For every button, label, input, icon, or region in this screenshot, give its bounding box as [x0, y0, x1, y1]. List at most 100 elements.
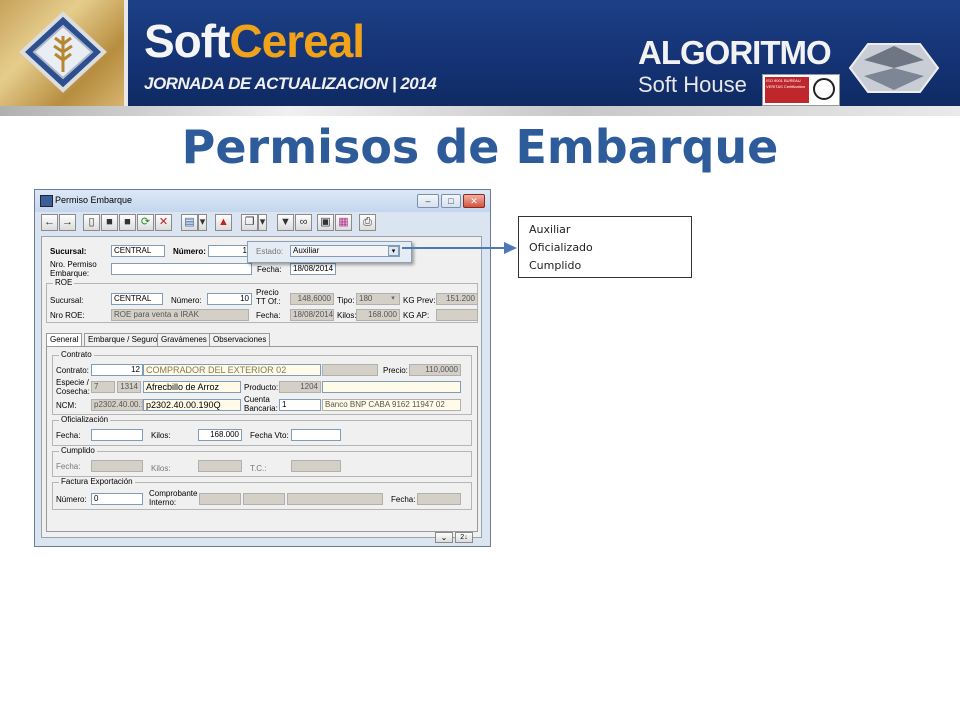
ofic-fecha-vto-label: Fecha Vto: [250, 431, 289, 440]
roe-kilos-field: 168.000 [356, 309, 400, 321]
estado-dropdown-chevron-icon[interactable]: ▾ [388, 246, 399, 256]
tab-strip: General Embarque / Seguro Gravámenes Obs… [46, 333, 478, 347]
minimize-button[interactable]: – [417, 194, 439, 208]
cumplido-group-title: Cumplido [59, 446, 97, 456]
producto-field: 1204 [279, 381, 321, 393]
comprobante-label: Comprobante Interno: [149, 489, 198, 507]
window-titlebar[interactable]: Permiso Embarque – □ ✕ [35, 190, 490, 212]
wheat-logo-icon [19, 11, 107, 93]
roe-tipo-chevron-icon[interactable]: ▾ [388, 294, 398, 303]
ofic-fecha-label: Fecha: [56, 431, 81, 440]
close-button[interactable]: ✕ [463, 194, 485, 208]
binoculars-icon[interactable]: ∞ [295, 214, 312, 231]
producto-name-field [322, 381, 461, 393]
roe-group: ROE Sucursal: CENTRAL Número: 10 Precio … [46, 278, 478, 323]
window-title: Permiso Embarque [55, 195, 133, 205]
fecha-label: Fecha: [257, 265, 282, 274]
window-dropdown-chevron-icon[interactable]: ▾ [258, 214, 267, 231]
tab-embarque-seguro[interactable]: Embarque / Seguro [84, 333, 162, 346]
cosecha-code-field: 1314 [117, 381, 141, 393]
factura-numero-field[interactable]: 0 [91, 493, 143, 505]
certification-badge: ISO 9001 BUREAU VERITAS Certification [762, 74, 840, 106]
algoritmo-title: ALGORITMO [638, 34, 832, 71]
cumplido-tc-label: T.C.: [250, 464, 267, 473]
page-title: Permisos de Embarque [181, 120, 779, 174]
ncm-field[interactable]: p2302.40.00.190Q [143, 399, 241, 411]
cumplido-fecha-field [91, 460, 143, 472]
window-body: Sucursal: CENTRAL Número: 1 Nro. Permiso… [41, 236, 482, 538]
sucursal-label: Sucursal: [50, 247, 87, 256]
save-icon[interactable]: ■ [101, 214, 118, 231]
comprobante-field-1 [199, 493, 241, 505]
window-app-icon [40, 195, 53, 207]
contrato-field[interactable]: 12 [91, 364, 143, 376]
cumplido-kilos-field [198, 460, 242, 472]
report-icon[interactable]: ▣ [317, 214, 334, 231]
cumplido-tc-field [291, 460, 341, 472]
estado-label: Estado: [256, 247, 284, 256]
roe-fecha-label: Fecha: [256, 311, 281, 320]
roe-numero-label: Número: [171, 296, 202, 305]
numero-field[interactable]: 1 [208, 245, 250, 257]
factura-numero-label: Número: [56, 495, 87, 504]
estado-options-callout: Auxiliar Oficializado Cumplido [518, 216, 692, 278]
tab-observaciones[interactable]: Observaciones [209, 333, 271, 346]
maximize-button[interactable]: □ [441, 194, 461, 208]
fecha-field[interactable]: 18/08/2014 [290, 263, 336, 275]
producto-label: Producto: [244, 383, 279, 392]
grid-view-icon[interactable]: ▤ [181, 214, 198, 231]
refresh-icon[interactable]: ⟳ [137, 214, 154, 231]
tab-gravamenes[interactable]: Gravámenes [157, 333, 211, 346]
filter-icon[interactable]: ▼ [277, 214, 294, 231]
roe-sucursal-field[interactable]: CENTRAL [111, 293, 163, 305]
softcereal-logo: SoftCereal [144, 14, 365, 68]
roe-fecha-field: 18/08/2014 [290, 309, 334, 321]
ofic-kilos-field[interactable]: 168.000 [198, 429, 242, 441]
sort-icon[interactable]: 2↓ [455, 532, 473, 543]
palette-icon[interactable]: ▦ [335, 214, 352, 231]
delete-icon[interactable]: ✕ [155, 214, 172, 231]
roe-kg-prev-label: KG Prev: [403, 296, 436, 305]
window-icon[interactable]: ❐ [241, 214, 258, 231]
roe-sucursal-label: Sucursal: [50, 296, 84, 305]
back-arrow-icon[interactable]: ← [41, 214, 58, 231]
contrato-group-title: Contrato [59, 350, 94, 360]
ofic-kilos-label: Kilos: [151, 431, 171, 440]
nro-permiso-field[interactable] [111, 263, 252, 275]
roe-kg-prev-field: 151.200 [436, 293, 478, 305]
banco-field: Banco BNP CABA 9162 11947 02 [322, 399, 461, 411]
save-disabled-icon[interactable]: ■ [119, 214, 136, 231]
ncm-code-field: p2302.40.00.1 [91, 399, 143, 411]
numero-label: Número: [173, 247, 206, 256]
nro-roe-field: ROE para venta a IRAK [111, 309, 249, 321]
estado-select[interactable]: Auxiliar [290, 245, 400, 257]
roe-precio-label: Precio TT Of.: [256, 288, 281, 306]
factura-group-title: Factura Exportación [59, 477, 135, 487]
bureau-veritas-seal-icon [813, 78, 835, 100]
cumplido-kilos-label: Kilos: [151, 464, 171, 473]
cuenta-field[interactable]: 1 [279, 399, 321, 411]
precio-label: Precio: [383, 366, 408, 375]
callout-option-oficializado: Oficializado [529, 241, 593, 254]
ofic-fecha-vto-field[interactable] [291, 429, 341, 441]
especie-code-field: 7 [91, 381, 115, 393]
contrato-extra-field [322, 364, 378, 376]
ofic-fecha-field[interactable] [91, 429, 143, 441]
sucursal-field[interactable]: CENTRAL [111, 245, 165, 257]
callout-option-cumplido: Cumplido [529, 259, 582, 272]
forward-arrow-icon[interactable]: → [59, 214, 76, 231]
nro-permiso-label: Nro. Permiso Embarque: [50, 260, 97, 278]
roe-kg-ap-label: KG AP: [403, 311, 430, 320]
comprobante-field-2 [243, 493, 285, 505]
oficializacion-group: Oficialización Fecha: Kilos: 168.000 Fec… [52, 415, 472, 446]
alert-icon[interactable]: ▲ [215, 214, 232, 231]
new-document-icon[interactable]: ▯ [83, 214, 100, 231]
roe-kg-ap-field [436, 309, 478, 321]
roe-numero-field[interactable]: 10 [207, 293, 252, 305]
especie-name-field: Afrecbillo de Arroz [143, 381, 241, 393]
print-icon[interactable]: ⎙ [359, 214, 376, 231]
grid-dropdown-chevron-icon[interactable]: ▾ [198, 214, 207, 231]
collapse-chevron-icon[interactable]: ⌄ [435, 532, 453, 543]
tab-general[interactable]: General [46, 333, 83, 346]
factura-fecha-field [417, 493, 461, 505]
